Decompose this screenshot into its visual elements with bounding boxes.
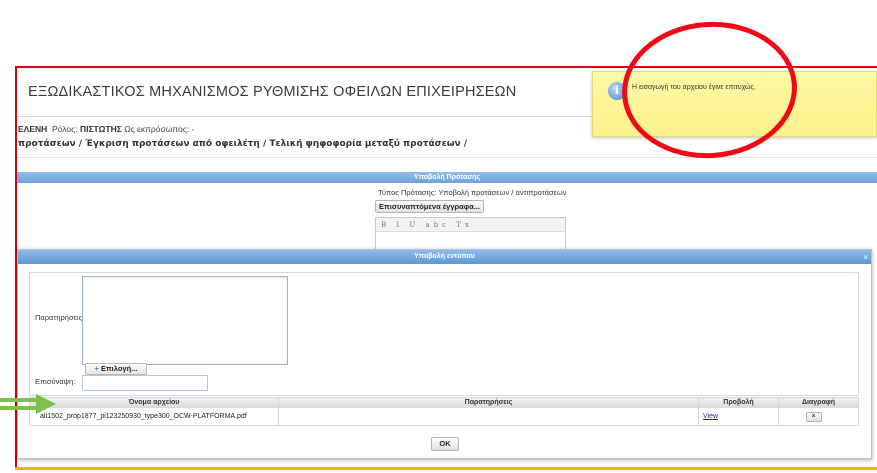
submit-form-dialog: Υποβολή εντύπου × Παρατηρήσεις: + Επιλογή… [17,249,872,459]
attachment-label: Επισύναψη: [35,377,76,386]
file-remarks-cell [279,408,699,425]
proposal-type: Τύπος Πρότασης: Υποβολή προτάσεων / αντι… [378,188,566,197]
breadcrumb-divider [17,157,877,158]
files-table-header: Όνομα αρχείου Παρατηρήσεις Προβολή Διαγρ… [30,398,858,408]
file-name-cell: alt1502_prop1877_pi123250930_type300_OCW… [30,408,279,425]
user-name: ΕΛΕΝΗ [18,124,48,134]
remarks-textarea[interactable] [82,276,288,365]
ok-button[interactable]: OK [431,437,459,451]
dialog-title-bar: Υποβολή εντύπου × [18,250,871,264]
col-view[interactable]: Προβολή [699,398,779,408]
delete-icon[interactable]: × [805,412,822,422]
role-value: ΠΙΣΤΩΤΗΣ [79,124,122,134]
table-row: alt1502_prop1877_pi123250930_type300_OCW… [30,408,858,425]
col-remarks[interactable]: Παρατηρήσεις [279,398,699,408]
delete-cell: × [779,408,858,425]
screenshot-root: ΕΞΩΔΙΚΑΣΤΙΚΟΣ ΜΗΧΑΝΙΣΜΟΣ ΡΥΘΜΙΣΗΣ ΟΦΕΙΛΩ… [0,0,877,473]
plus-icon: + [94,364,99,373]
breadcrumb: προτάσεων / Έγκριση προτάσεων από οφειλέ… [18,139,468,149]
col-file-name[interactable]: Όνομα αρχείου [30,398,279,408]
files-table: Όνομα αρχείου Παρατηρήσεις Προβολή Διαγρ… [29,397,859,426]
form-panel: Παρατηρήσεις: + Επιλογή... Επισύναψη: [29,272,859,396]
attached-documents-button[interactable]: Επισυναπτόμενα έγγραφα... [375,200,484,213]
green-arrow-annotation [0,394,56,414]
proposal-type-value: Υποβολή προτάσεων / αντιπροτάσεων [438,188,567,197]
col-delete[interactable]: Διαγραφή [779,398,858,408]
page-bottom-border [15,467,877,470]
role-label: Ρόλος: [52,124,78,134]
select-file-label: Επιλογή... [100,364,138,373]
proposal-type-label: Τύπος Πρότασης: [378,188,437,197]
view-cell: View [699,408,779,425]
dialog-title: Υποβολή εντύπου [414,253,475,260]
app-title: ΕΞΩΔΙΚΑΣΤΙΚΟΣ ΜΗΧΑΝΙΣΜΟΣ ΡΥΘΜΙΣΗΣ ΟΦΕΙΛΩ… [28,84,517,100]
on-behalf-label: Ως εκπρόσωπος: - [124,124,195,134]
attachment-input[interactable] [82,375,208,391]
view-link[interactable]: View [703,413,718,420]
close-icon[interactable]: × [863,251,868,265]
section-title-bar: Υποβολή Πρότασης [17,172,877,183]
remarks-label: Παρατηρήσεις: [35,313,85,322]
user-info: ΕΛΕΝΗ Ρόλος: ΠΙΣΤΩΤΗΣ Ως εκπρόσωπος: - [18,124,194,134]
select-file-button[interactable]: + Επιλογή... [85,363,147,375]
editor-toolbar[interactable]: B I U abc Tx [376,218,565,232]
rich-text-editor[interactable]: B I U abc Tx [375,217,566,251]
